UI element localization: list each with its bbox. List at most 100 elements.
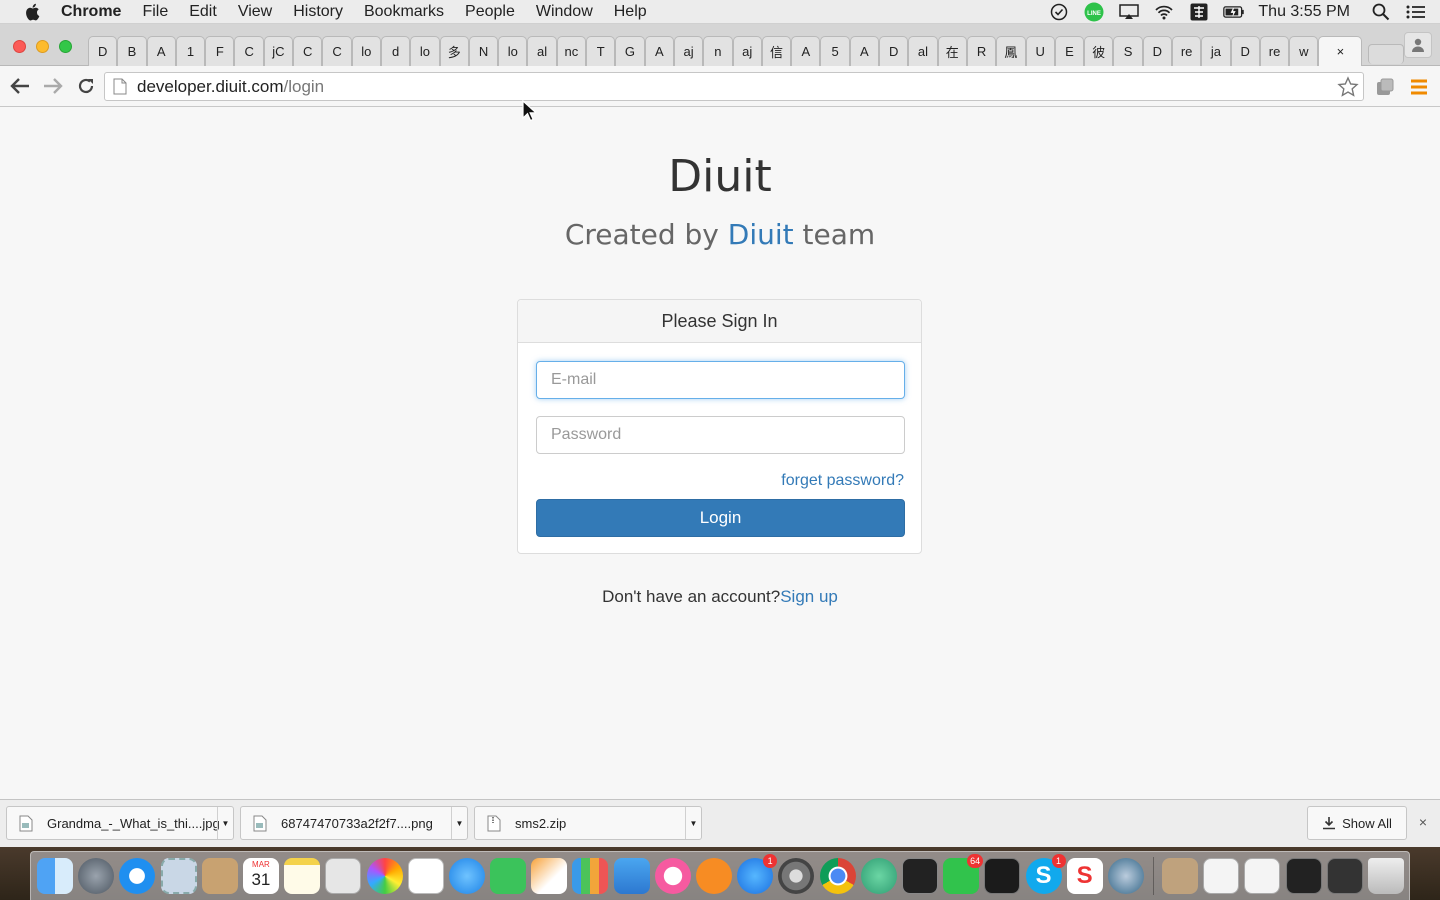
- profile-button[interactable]: [1404, 32, 1432, 58]
- browser-tab[interactable]: jC: [263, 36, 294, 66]
- browser-tab[interactable]: d: [380, 36, 411, 66]
- browser-tab[interactable]: D: [1142, 36, 1172, 66]
- signup-link[interactable]: Sign up: [780, 587, 838, 606]
- notification-center-icon[interactable]: [1405, 3, 1427, 21]
- line-icon[interactable]: 64: [943, 854, 984, 894]
- download-menu-caret-icon[interactable]: ▼: [451, 807, 467, 839]
- input-method-icon[interactable]: [1188, 3, 1210, 21]
- browser-tab[interactable]: lo: [410, 36, 440, 66]
- browser-tab[interactable]: R: [966, 36, 997, 66]
- pages-icon[interactable]: [531, 858, 568, 894]
- browser-tab[interactable]: C: [234, 36, 264, 66]
- preview-icon[interactable]: [325, 858, 362, 894]
- browser-tab[interactable]: 在: [937, 36, 967, 66]
- extension-icon[interactable]: [1374, 76, 1396, 98]
- menu-help[interactable]: Help: [614, 0, 647, 24]
- browser-tab[interactable]: re: [1171, 36, 1202, 66]
- browser-tab[interactable]: 1: [175, 36, 206, 66]
- activity-monitor-icon[interactable]: [984, 858, 1021, 894]
- browser-tab[interactable]: C: [322, 36, 352, 66]
- password-input[interactable]: [536, 416, 905, 454]
- browser-tab[interactable]: lo: [351, 36, 381, 66]
- show-all-downloads-button[interactable]: Show All: [1307, 806, 1407, 840]
- ibooks-icon[interactable]: [696, 858, 732, 894]
- minimized-window-icon[interactable]: [1244, 858, 1281, 894]
- menu-file[interactable]: File: [142, 0, 168, 24]
- browser-tab[interactable]: S: [1113, 36, 1143, 66]
- email-input[interactable]: [536, 361, 905, 399]
- download-item[interactable]: 68747470733a2f2f7....png ▼: [240, 806, 468, 840]
- minimized-window-icon[interactable]: [1203, 858, 1240, 894]
- new-tab-button[interactable]: [1368, 44, 1405, 64]
- browser-tab[interactable]: A: [849, 36, 880, 66]
- menu-view[interactable]: View: [238, 0, 272, 24]
- menu-chrome[interactable]: Chrome: [61, 0, 121, 24]
- browser-tab[interactable]: 5: [820, 36, 850, 66]
- forgot-password-link[interactable]: forget password?: [781, 472, 904, 490]
- trash-icon[interactable]: [1368, 858, 1404, 894]
- mail-stamp-icon[interactable]: [160, 858, 197, 894]
- wifi-icon[interactable]: [1153, 3, 1175, 21]
- browser-tab[interactable]: T: [586, 36, 616, 66]
- launchpad-icon[interactable]: [78, 858, 115, 894]
- browser-tab[interactable]: w: [1289, 36, 1319, 66]
- messages-icon[interactable]: [448, 858, 485, 894]
- browser-tab[interactable]: aj: [673, 36, 704, 66]
- system-preferences-icon[interactable]: [778, 858, 815, 894]
- numbers-icon[interactable]: [572, 858, 609, 894]
- facetime-icon[interactable]: [490, 858, 527, 894]
- minimized-window-icon[interactable]: [1285, 858, 1322, 894]
- address-bar[interactable]: developer.diuit.com/login: [104, 72, 1364, 101]
- login-button[interactable]: Login: [536, 499, 905, 537]
- menu-people[interactable]: People: [465, 0, 515, 24]
- browser-tab[interactable]: A: [644, 36, 674, 66]
- line-app-icon[interactable]: LINE: [1083, 2, 1105, 22]
- spotlight-search-icon[interactable]: [1370, 3, 1392, 21]
- download-item[interactable]: sms2.zip ▼: [474, 806, 702, 840]
- reminders-icon[interactable]: [407, 858, 444, 894]
- browser-tab[interactable]: lo: [498, 36, 528, 66]
- browser-tab[interactable]: A: [791, 36, 821, 66]
- calendar-icon[interactable]: MAR 31: [242, 858, 279, 894]
- browser-tab[interactable]: aj: [732, 36, 762, 66]
- window-zoom-button[interactable]: [59, 40, 72, 53]
- download-menu-caret-icon[interactable]: ▼: [685, 807, 701, 839]
- chrome-menu-icon[interactable]: [1408, 76, 1430, 98]
- browser-tab[interactable]: 彼: [1084, 36, 1114, 66]
- task-check-icon[interactable]: [1048, 3, 1070, 21]
- download-menu-caret-icon[interactable]: ▼: [217, 807, 233, 839]
- browser-tab[interactable]: al: [908, 36, 938, 66]
- browser-tab[interactable]: N: [468, 36, 499, 66]
- battery-icon[interactable]: [1223, 3, 1245, 21]
- browser-tab[interactable]: D: [88, 36, 118, 66]
- browser-tab[interactable]: 多: [439, 36, 469, 66]
- terminal-icon[interactable]: [901, 858, 938, 894]
- menu-edit[interactable]: Edit: [189, 0, 217, 24]
- itunes-icon[interactable]: [654, 858, 691, 894]
- browser-tab[interactable]: nc: [556, 36, 587, 66]
- browser-tab[interactable]: E: [1054, 36, 1085, 66]
- browser-tab[interactable]: U: [1025, 36, 1055, 66]
- keynote-icon[interactable]: [613, 858, 650, 894]
- browser-tab[interactable]: 信: [761, 36, 792, 66]
- sketch-app-icon[interactable]: S: [1066, 858, 1103, 894]
- browser-tab[interactable]: n: [703, 36, 733, 66]
- notes-icon[interactable]: [284, 858, 321, 894]
- browser-tab[interactable]: B: [117, 36, 147, 66]
- postgres-elephant-icon[interactable]: [1107, 858, 1144, 894]
- active-tab-close-icon[interactable]: ×: [1318, 36, 1363, 66]
- atom-icon[interactable]: [860, 858, 897, 894]
- browser-tab[interactable]: G: [615, 36, 645, 66]
- safari-icon[interactable]: [119, 858, 156, 894]
- browser-tab[interactable]: D: [1230, 36, 1260, 66]
- browser-tab[interactable]: C: [293, 36, 323, 66]
- skype-icon[interactable]: S 1: [1025, 854, 1066, 894]
- downloads-stack-icon[interactable]: [1162, 858, 1199, 894]
- bookmark-star-icon[interactable]: [1337, 76, 1359, 98]
- minimized-window-icon[interactable]: [1326, 858, 1363, 894]
- contacts-icon[interactable]: [201, 858, 238, 894]
- browser-tab[interactable]: D: [879, 36, 909, 66]
- browser-tab[interactable]: 鳳: [996, 36, 1026, 66]
- close-downloads-icon[interactable]: ×: [1416, 815, 1430, 829]
- chrome-icon[interactable]: [819, 858, 856, 894]
